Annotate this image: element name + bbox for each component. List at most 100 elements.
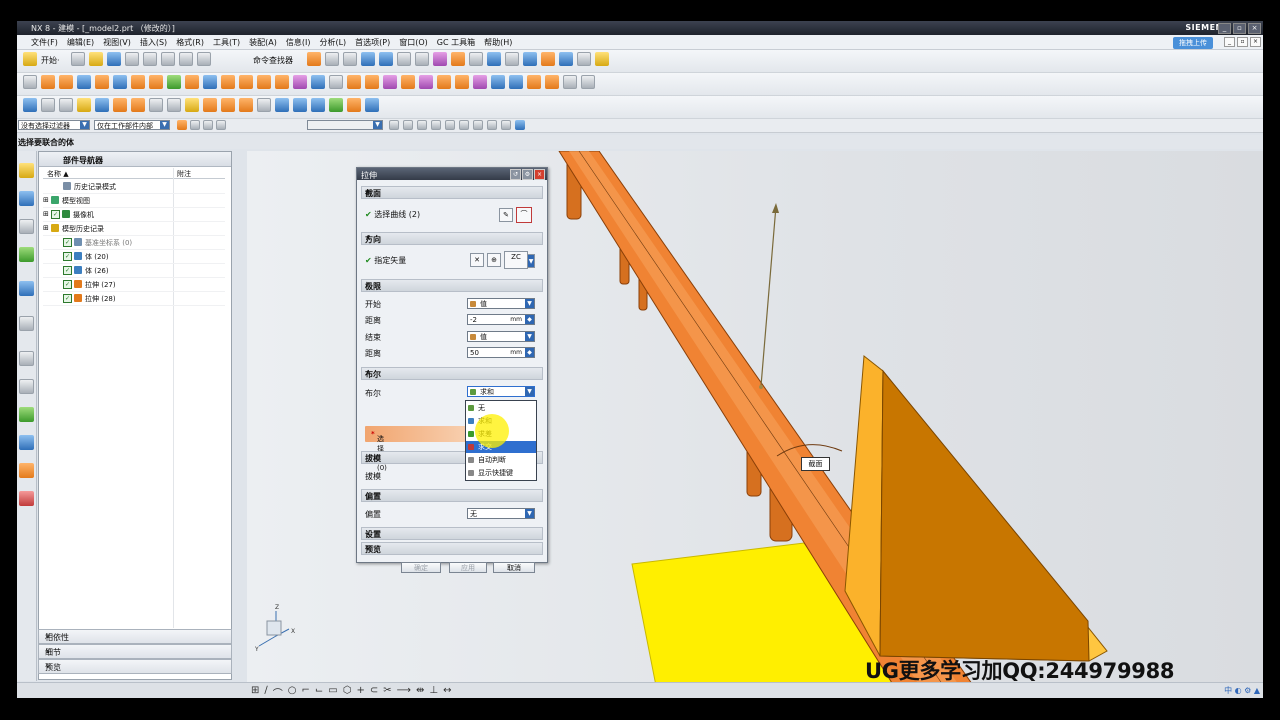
menu-item[interactable]: 文件(F) [31,37,58,48]
preview-group-header[interactable]: 预览 ∨ [361,542,543,555]
offset-face-icon[interactable] [401,75,415,89]
part-icon[interactable] [523,52,537,66]
reuse-library-icon[interactable] [19,247,34,262]
measure-icon[interactable] [451,52,465,66]
history-icon[interactable] [19,316,34,331]
cut-icon[interactable] [125,52,139,66]
spinner-icon[interactable]: ◆ [525,348,534,357]
end-distance-input[interactable]: 50 mm ◆ [467,347,535,358]
redo-icon[interactable] [197,52,211,66]
tree-row[interactable]: ✓ 体 (20) [43,250,225,264]
section-tag[interactable]: 截面 [801,457,830,471]
menu-item[interactable]: 帮助(H) [484,37,512,48]
curve-icon[interactable]: ⌒ [516,207,532,223]
close-icon[interactable]: × [534,169,545,180]
tree-row[interactable]: ✓ 拉伸 (28) [43,292,225,306]
column-note[interactable]: 附注 [177,169,191,179]
layer-icon[interactable] [397,52,411,66]
constraint-icon[interactable]: ⊥ [429,685,438,698]
tree-row[interactable]: ⊞ ✓ 摄像机 [43,208,225,222]
cloud-upload-button[interactable]: 拖拽上传 [1173,37,1213,49]
panel-dependencies[interactable]: 相依性 ∨ [38,629,232,644]
select-curve-row[interactable]: ✔ 选择曲线 (2) [365,209,420,220]
save-icon[interactable] [107,52,121,66]
chevron-up-icon[interactable]: ∧ [365,233,539,242]
filter-icon[interactable] [216,120,226,130]
chevron-down-icon[interactable]: ∨ [45,661,228,670]
sweep-icon[interactable] [509,75,523,89]
pocket-icon[interactable] [185,75,199,89]
endpoint-snap-icon[interactable] [389,120,399,130]
extract-curve-icon[interactable] [365,98,379,112]
tree-row[interactable]: ✓ 拉伸 (27) [43,278,225,292]
menu-item[interactable]: 分析(L) [319,37,346,48]
doc-restore-icon[interactable]: ▫ [1237,37,1248,47]
menu-item[interactable]: GC 工具箱 [437,37,475,48]
helix-icon[interactable] [221,98,235,112]
pattern-icon[interactable] [329,75,343,89]
start-type-select[interactable]: 值 ▼ [467,298,535,309]
sphere-icon[interactable] [113,75,127,89]
assembly-icon[interactable] [23,98,37,112]
web-browser-icon[interactable] [19,281,34,296]
wrap-icon[interactable] [473,75,487,89]
system-materials-icon[interactable] [19,379,34,394]
menu-item[interactable]: 工具(T) [213,37,240,48]
ok-button[interactable]: 确定 [401,562,441,573]
chevron-down-icon[interactable]: ▼ [80,121,89,129]
chevron-down-icon[interactable]: ▼ [160,121,169,129]
close-icon[interactable]: × [1248,23,1261,34]
chevron-down-icon[interactable]: ▼ [525,387,534,396]
quadrant-snap-icon[interactable] [459,120,469,130]
visibility-checkbox[interactable]: ✓ [51,210,60,219]
rotate-icon[interactable] [361,52,375,66]
undo-icon[interactable] [179,52,193,66]
groove-icon[interactable] [239,75,253,89]
boolean-option[interactable]: 显示快捷键 [466,467,536,479]
select-body-row[interactable]: * 选择体 (0) [365,426,477,472]
process-studio-icon[interactable] [19,407,34,422]
vector-dialog-icon[interactable]: ⊕ [487,253,501,267]
mirror-icon[interactable]: ⇹ [416,685,424,698]
section-view-icon[interactable] [469,52,483,66]
expand-icon[interactable]: ⊞ [43,224,49,232]
through-curves-icon[interactable] [527,75,541,89]
intersection-snap-icon[interactable] [431,120,441,130]
chevron-down-icon[interactable]: ▼ [525,509,534,518]
clock-icon[interactable] [19,351,34,366]
chevron-down-icon[interactable]: ∨ [365,528,539,537]
intersect-curve-icon[interactable] [293,98,307,112]
block-icon[interactable] [77,75,91,89]
chamfer-icon[interactable]: ⌙ [315,685,323,698]
cylinder-icon[interactable] [95,75,109,89]
sketch-section-icon[interactable]: ✎ [499,208,513,222]
trim-body-icon[interactable] [365,75,379,89]
wall-face[interactable] [879,369,1090,662]
tree-row[interactable]: 历史记录模式 [43,180,225,194]
scale-icon[interactable] [437,75,451,89]
chevron-up-icon[interactable]: ∧ [365,187,539,196]
offset-icon[interactable]: ⊂ [370,685,378,698]
sketch-rect-icon[interactable] [23,75,37,89]
offset-curve-icon[interactable] [257,98,271,112]
pad-icon[interactable] [203,75,217,89]
wcs-icon[interactable] [415,52,429,66]
chevron-down-icon[interactable]: ▼ [525,299,534,308]
menu-item[interactable]: 插入(S) [140,37,167,48]
boolean-option[interactable]: 无 [466,402,536,414]
ime-tray-icon[interactable]: 中 ◐ ⚙ ▲ [1224,685,1260,696]
settings-group-header[interactable]: 设置 ∨ [361,527,543,540]
polygon-icon[interactable]: ⬡ [343,685,352,698]
panel-preview[interactable]: 预览 ∨ [38,659,232,674]
chevron-down-icon[interactable]: ∨ [45,646,228,655]
point-icon[interactable] [149,98,163,112]
roles-icon[interactable] [19,463,34,478]
surface-icon[interactable] [491,75,505,89]
minimize-icon[interactable]: _ [1218,23,1231,34]
expand-icon[interactable]: ⊞ [43,196,49,204]
thicken-icon[interactable] [419,75,433,89]
profile-icon[interactable]: ⊞ [251,685,259,698]
chevron-down-icon[interactable]: ▼ [525,332,534,341]
dimension-icon[interactable]: ↔ [443,685,451,698]
tree-row[interactable]: ✓ 体 (26) [43,264,225,278]
